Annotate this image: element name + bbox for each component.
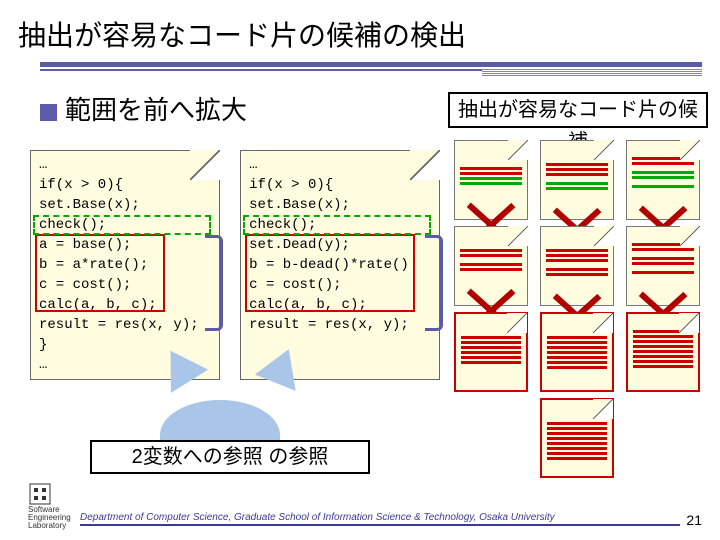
thumb-selected (540, 312, 614, 392)
red-selection (35, 234, 165, 312)
thumb (626, 140, 700, 220)
thumb (454, 226, 528, 306)
code-line: set.Base(x); (39, 195, 211, 215)
code-line: if(x > 0){ (249, 175, 431, 195)
candidate-box-label: 抽出が容易なコード片の候補 (448, 92, 708, 128)
thumbnail-grid (454, 140, 702, 478)
footer-text: Department of Computer Science, Graduate… (80, 512, 680, 526)
green-selection (243, 215, 431, 235)
red-selection (245, 234, 415, 312)
thumb-selected (454, 312, 528, 392)
thumb-selected (626, 312, 700, 392)
thumb-selected (540, 398, 614, 478)
subtitle-text: 範囲を前へ拡大 (65, 95, 247, 125)
brace-icon (425, 235, 443, 331)
code-line: result = res(x, y); (39, 315, 211, 335)
code-line: … (39, 155, 211, 175)
divider-thin (40, 69, 702, 76)
thumb (540, 226, 614, 306)
code-line: set.Base(x); (249, 195, 431, 215)
brace-icon (205, 235, 223, 331)
code-panels: … if(x > 0){ set.Base(x); check(); a = b… (30, 150, 440, 380)
slide-title: 抽出が容易なコード片の候補の検出 (0, 0, 720, 62)
bullet-icon (40, 104, 57, 121)
code-line: … (249, 155, 431, 175)
page-number: 21 (686, 512, 702, 528)
logo: Software Engineering Laboratory (28, 482, 71, 530)
green-selection (33, 215, 211, 235)
code-line: if(x > 0){ (39, 175, 211, 195)
divider-thick (40, 62, 702, 67)
thumb (540, 140, 614, 220)
thumb (454, 140, 528, 220)
caption-box: 2変数への参照 の参照 (90, 440, 370, 474)
grid-icon (28, 482, 52, 506)
code-line: result = res(x, y); (249, 315, 431, 335)
logo-text: Laboratory (28, 522, 71, 530)
caption-text-a: 2変数への参照 (132, 446, 263, 468)
thumb (626, 226, 700, 306)
caption-text-b: の参照 (268, 446, 328, 468)
